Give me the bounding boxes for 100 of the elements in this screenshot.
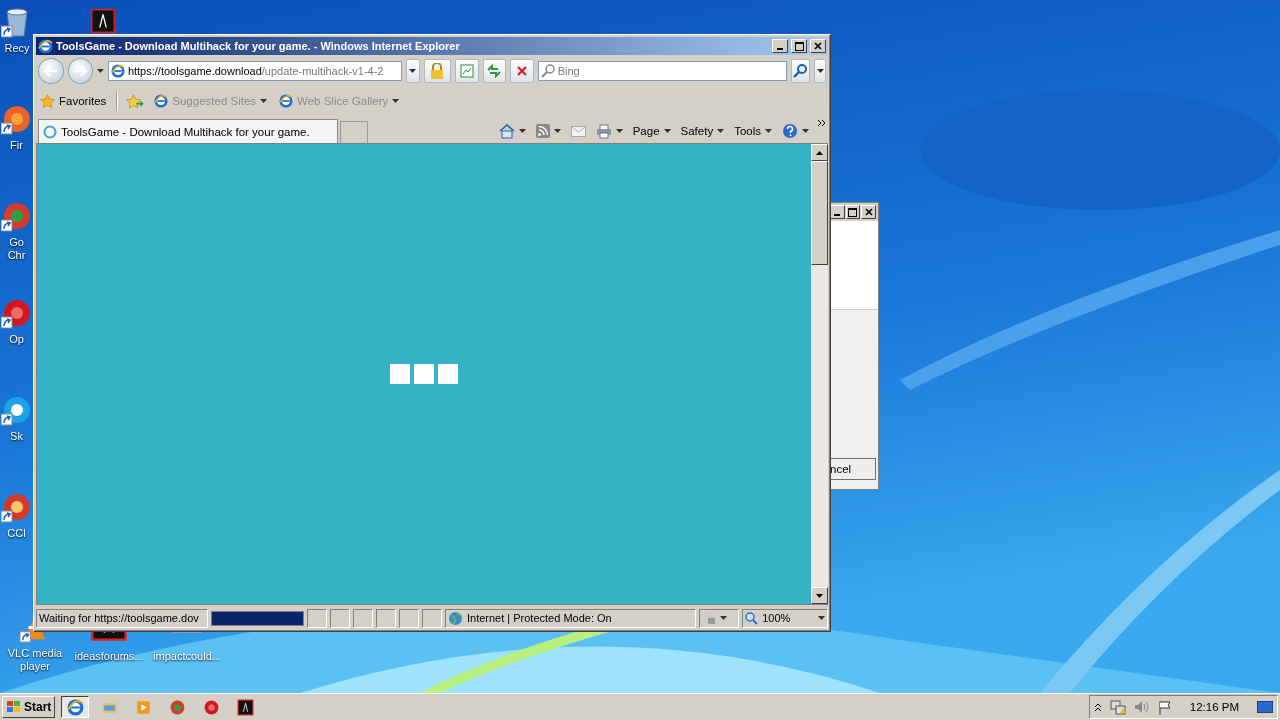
e-logo-icon	[154, 94, 169, 108]
cancel-button[interactable]: ncel	[830, 458, 876, 480]
app-icon	[168, 698, 186, 716]
help-button[interactable]	[780, 123, 811, 139]
status-pane	[422, 608, 442, 628]
close-icon	[515, 65, 528, 77]
feed-icon	[535, 124, 550, 138]
status-pane	[330, 608, 351, 628]
window-title: ToolsGame - Download Multihack for your game. - Windows Internet Explorer	[56, 40, 461, 52]
caret-icon	[97, 69, 104, 73]
app-icon	[202, 698, 220, 716]
shortcut-icon	[0, 394, 33, 426]
status-pane	[376, 608, 397, 628]
maximize-icon	[794, 41, 804, 51]
close-button[interactable]	[810, 39, 826, 53]
desktop-icon-label[interactable]: Go Chr	[4, 236, 29, 262]
desktop-icon-label[interactable]: Op	[4, 333, 29, 346]
star-icon	[40, 93, 55, 109]
caret-icon	[615, 129, 623, 133]
house-icon	[498, 123, 515, 139]
search-options-button[interactable]	[814, 59, 826, 83]
app-icon	[134, 698, 152, 716]
network-icon[interactable]	[1109, 699, 1126, 715]
browser-tab[interactable]: ToolsGame - Download Multihack for your game.	[38, 119, 338, 143]
caret-icon	[765, 129, 772, 133]
command-menu[interactable]: Safety	[678, 125, 727, 137]
stop-button[interactable]	[510, 59, 534, 83]
printer-icon	[595, 123, 612, 139]
maximize-button[interactable]	[845, 205, 861, 219]
status-text: Waiting for https://toolsgame.dov	[36, 608, 208, 628]
start-button[interactable]: Start	[2, 696, 56, 718]
caret-icon	[409, 69, 417, 73]
shortcut-icon	[0, 491, 33, 523]
taskbar-button[interactable]	[61, 696, 90, 718]
desktop-icon-label[interactable]: Sk	[4, 430, 29, 443]
shortcut-icon	[0, 103, 33, 135]
shortcut-icon	[0, 297, 33, 329]
favorites-button[interactable]: Favorites	[38, 93, 109, 109]
desktop-icon-label[interactable]: Fir	[4, 139, 29, 152]
caret-icon	[816, 69, 824, 73]
minimize-button[interactable]	[772, 39, 788, 53]
globe-icon	[448, 610, 463, 626]
caret-icon	[663, 129, 671, 133]
loading-indicator	[390, 364, 458, 384]
feeds-button[interactable]	[533, 124, 563, 138]
command-menu[interactable]: Page	[630, 125, 673, 137]
scroll-up-button[interactable]	[811, 144, 828, 161]
desktop-icon-label[interactable]: Recy	[4, 42, 29, 55]
help-icon	[782, 123, 798, 139]
scroll-down-button[interactable]	[811, 587, 828, 604]
arrow-right-icon	[73, 65, 88, 77]
caret-icon	[260, 99, 268, 103]
e-logo-icon	[66, 698, 84, 716]
search-icon	[793, 64, 808, 78]
status-pane	[307, 608, 328, 628]
refresh-icon	[486, 64, 503, 78]
desktop-icon-label[interactable]: CCl	[4, 527, 29, 540]
caret-icon	[392, 99, 400, 103]
page-icon	[459, 64, 474, 78]
search-field[interactable]: Bing	[537, 61, 787, 81]
address-field[interactable]: https://toolsgame.download/update-multihack-v1-4-2	[107, 61, 402, 81]
app-icon	[236, 698, 254, 716]
arrow-left-icon	[43, 65, 58, 77]
caret-icon	[817, 616, 825, 620]
windows-flag-icon	[6, 700, 22, 714]
caret-icon	[553, 129, 561, 133]
search-button[interactable]	[790, 59, 811, 83]
chevron-up-icon[interactable]	[1093, 702, 1102, 712]
close-button[interactable]	[861, 205, 876, 219]
clock[interactable]: 12:16 PM	[1189, 701, 1239, 713]
triangle-up-icon	[816, 150, 823, 155]
envelope-icon	[570, 125, 586, 137]
search-icon	[540, 64, 555, 78]
status-pane	[353, 608, 374, 628]
chevron-icon[interactable]	[817, 119, 826, 127]
maximize-icon	[848, 207, 858, 217]
close-icon	[814, 42, 822, 50]
flag-icon[interactable]	[1157, 699, 1172, 715]
scroll-thumb[interactable]	[811, 161, 828, 265]
triangle-down-icon	[816, 593, 823, 598]
security-zone[interactable]: Internet | Protected Mode: On	[445, 608, 697, 628]
e-logo-icon	[110, 64, 125, 78]
protected-mode-button[interactable]	[699, 608, 740, 628]
command-menu[interactable]: Tools	[732, 125, 774, 137]
address-dropdown-button[interactable]	[405, 59, 420, 83]
refresh-button[interactable]	[482, 59, 507, 83]
zoom-button[interactable]: 100%	[742, 608, 828, 628]
e-logo-icon	[279, 94, 294, 108]
caret-icon	[802, 129, 809, 133]
magnifier-icon	[745, 611, 759, 625]
caret-icon	[720, 616, 728, 620]
e-logo-icon	[38, 38, 53, 54]
caret-icon	[518, 129, 526, 133]
close-icon	[864, 208, 873, 216]
maximize-button[interactable]	[791, 39, 807, 53]
loading-icon	[43, 124, 57, 139]
status-pane	[399, 608, 420, 628]
shortcut-icon	[0, 200, 33, 232]
scrollbar[interactable]	[811, 144, 828, 604]
caret-icon	[717, 129, 725, 133]
